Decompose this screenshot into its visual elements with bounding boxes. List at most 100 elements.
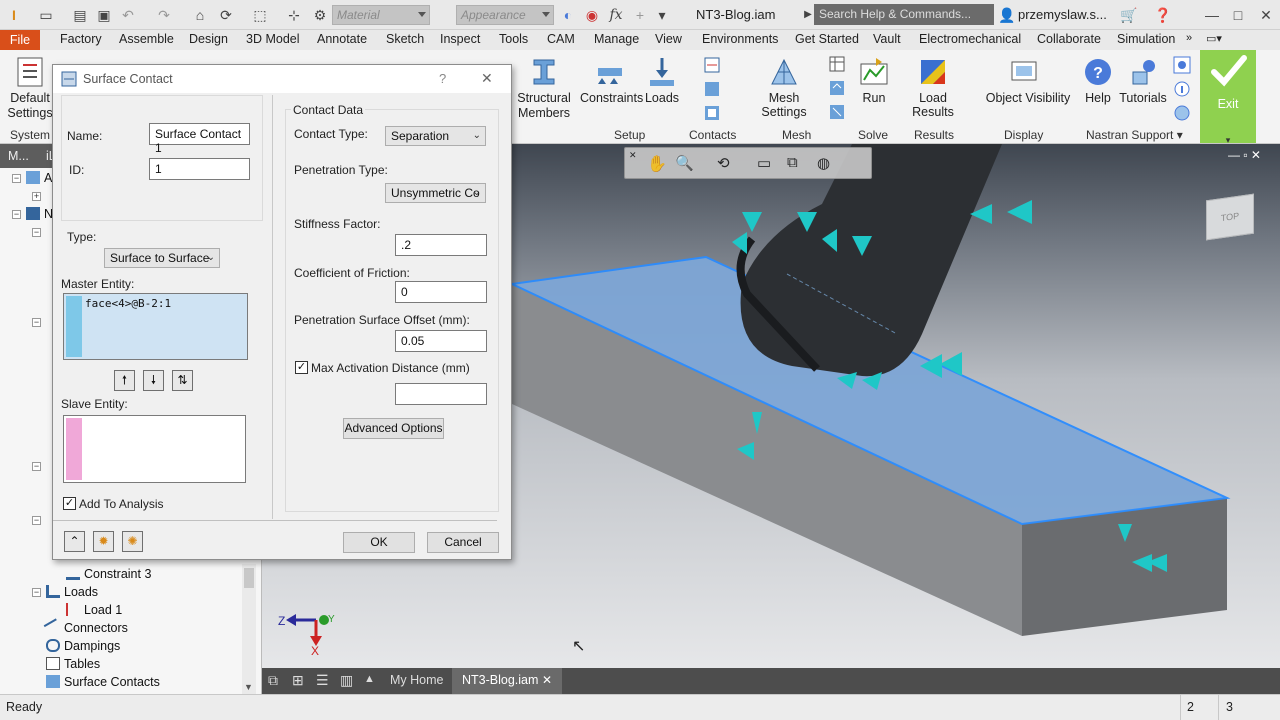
tab-electromechanical[interactable]: Electromechanical <box>919 32 1021 46</box>
tree-item-nastran[interactable]: N <box>26 207 53 221</box>
maximize-icon[interactable]: □ <box>1230 7 1246 23</box>
tab-sketch[interactable]: Sketch <box>386 32 424 46</box>
mesh-tool-2[interactable] <box>828 80 846 99</box>
add-icon[interactable]: + <box>632 7 648 23</box>
scroll-down-icon[interactable]: ▼ <box>244 682 253 692</box>
master-entity-list[interactable]: face<4>@B-2:1 <box>63 293 248 360</box>
select-all-button[interactable]: ✺ <box>122 531 143 552</box>
support-tool-1[interactable] <box>1172 56 1192 77</box>
close-navbar-icon[interactable]: ✕ <box>629 150 637 161</box>
zoom-icon[interactable]: 🔍 <box>675 154 694 172</box>
tab-list-icon[interactable]: ▲ <box>364 673 375 685</box>
tab-factory[interactable]: Factory <box>60 32 102 46</box>
tree-item-tables[interactable]: Tables <box>46 657 100 671</box>
highlight-button[interactable]: ✹ <box>93 531 114 552</box>
expand-toggle[interactable]: − <box>32 228 41 237</box>
close-window-icon[interactable]: ✕ <box>1258 7 1274 23</box>
cancel-button[interactable]: Cancel <box>427 532 499 553</box>
mesh-tool-1[interactable] <box>828 56 846 75</box>
structural-members-button[interactable]: Structural Members <box>512 56 576 121</box>
dialog-title-bar[interactable]: Surface Contact ? ✕ <box>53 65 511 93</box>
app-logo-icon[interactable]: I <box>6 7 22 23</box>
tab-simulation[interactable]: Simulation <box>1117 32 1175 46</box>
tab-tools[interactable]: Tools <box>499 32 528 46</box>
ribbon-display-icon[interactable]: ▭▾ <box>1206 32 1222 45</box>
close-tab-icon[interactable]: ✕ <box>542 673 552 687</box>
tab-inspect[interactable]: Inspect <box>440 32 480 46</box>
swap-entities-button[interactable]: ⇅ <box>172 370 193 391</box>
tab-get-started[interactable]: Get Started <box>795 32 859 46</box>
tree-item-load-1[interactable]: Load 1 <box>66 603 122 617</box>
default-settings-button[interactable]: Default Settings <box>6 56 54 121</box>
material-combo[interactable]: Material <box>332 5 430 25</box>
tab-vault[interactable]: Vault <box>873 32 901 46</box>
home-icon[interactable]: ⌂ <box>192 7 208 23</box>
contact-tool-2[interactable] <box>702 80 722 101</box>
tab-3d-model[interactable]: 3D Model <box>246 32 300 46</box>
exit-button[interactable]: Exit ▾ <box>1200 50 1256 145</box>
update-icon[interactable]: ⟳ <box>218 7 234 23</box>
id-input[interactable]: 1 <box>149 158 250 180</box>
expand-toggle[interactable]: + <box>32 192 41 201</box>
advanced-options-button[interactable]: Advanced Options <box>343 418 444 439</box>
tree-item-assembly[interactable]: A <box>26 171 52 185</box>
doc-tab-current[interactable]: NT3-Blog.iam ✕ <box>452 668 562 694</box>
move-up-button[interactable]: 🠕 <box>114 370 135 391</box>
display-style-icon[interactable]: ◍ <box>817 154 830 172</box>
friction-input[interactable]: 0 <box>395 281 487 303</box>
expand-toggle[interactable]: − <box>12 210 21 219</box>
horizontal-split-icon[interactable]: ☰ <box>316 672 329 689</box>
max-activation-input[interactable] <box>395 383 487 405</box>
expand-toggle[interactable]: − <box>12 174 21 183</box>
tree-item-connectors[interactable]: Connectors <box>43 618 128 637</box>
customize-icon[interactable]: ▾ <box>654 7 670 23</box>
settings-icon[interactable]: ⚙ <box>312 7 328 23</box>
tree-item-constraint-3[interactable]: Constraint 3 <box>66 567 151 581</box>
help-menu-icon[interactable]: ❓ <box>1154 7 1171 23</box>
cart-icon[interactable]: 🛒 <box>1120 7 1137 23</box>
scroll-thumb[interactable] <box>244 568 254 588</box>
appearance-icon[interactable]: ◐ <box>560 7 576 23</box>
support-tool-3[interactable] <box>1172 104 1192 125</box>
new-file-icon[interactable]: ▭ <box>38 7 54 23</box>
tab-environments[interactable]: Environments <box>702 32 778 46</box>
help-button[interactable]: ? Help <box>1080 56 1116 105</box>
undo-icon[interactable]: ↶ <box>120 7 136 23</box>
loads-button[interactable]: Loads <box>644 56 680 105</box>
tab-design[interactable]: Design <box>189 32 228 46</box>
support-tool-2[interactable] <box>1172 80 1192 101</box>
vertical-split-icon[interactable]: ▥ <box>340 672 353 689</box>
expand-toggle[interactable]: − <box>32 318 41 327</box>
arrange-icon[interactable]: ⊞ <box>292 672 304 689</box>
tutorials-button[interactable]: Tutorials <box>1118 56 1168 105</box>
user-icon[interactable]: 👤 <box>998 7 1015 23</box>
stiffness-factor-input[interactable]: .2 <box>395 234 487 256</box>
select-icon[interactable]: ⬚ <box>252 7 268 23</box>
penetration-type-dropdown[interactable]: Unsymmetric Co ⌄ <box>385 183 486 203</box>
user-name[interactable]: przemyslaw.s... <box>1018 7 1107 22</box>
name-input[interactable]: Surface Contact 1 <box>149 123 250 155</box>
dialog-help-icon[interactable]: ? <box>439 71 446 86</box>
view-face-icon[interactable]: ▭ <box>757 154 771 172</box>
tab-assemble[interactable]: Assemble <box>119 32 174 46</box>
type-dropdown[interactable]: Surface to Surface ⌄ <box>104 248 220 268</box>
move-down-button[interactable]: 🠗 <box>143 370 164 391</box>
browser-tab-model[interactable]: M... <box>8 149 29 163</box>
load-results-button[interactable]: Load Results <box>898 56 968 119</box>
measure-icon[interactable]: ⊹ <box>286 7 302 23</box>
expand-toggle[interactable]: − <box>32 462 41 471</box>
ok-button[interactable]: OK <box>343 532 415 553</box>
tree-item-loads[interactable]: Loads <box>46 585 98 599</box>
object-visibility-button[interactable] <box>1006 56 1042 91</box>
tile-windows-icon[interactable]: ⧉ <box>268 672 278 689</box>
appearance-combo[interactable]: Appearance <box>456 5 554 25</box>
mesh-tool-3[interactable] <box>828 104 846 123</box>
zoom-all-icon[interactable]: ⧉ <box>787 154 798 171</box>
fx-parameters-icon[interactable]: fx <box>608 7 624 23</box>
tree-item-surface-contacts[interactable]: Surface Contacts <box>46 675 160 689</box>
help-search-input[interactable]: Search Help & Commands... <box>814 4 994 25</box>
tab-collaborate[interactable]: Collaborate <box>1037 32 1101 46</box>
clear-appearance-icon[interactable]: ◉ <box>584 7 600 23</box>
browser-scrollbar[interactable]: ▼ <box>242 564 256 694</box>
tree-item-dampings[interactable]: Dampings <box>46 639 120 653</box>
